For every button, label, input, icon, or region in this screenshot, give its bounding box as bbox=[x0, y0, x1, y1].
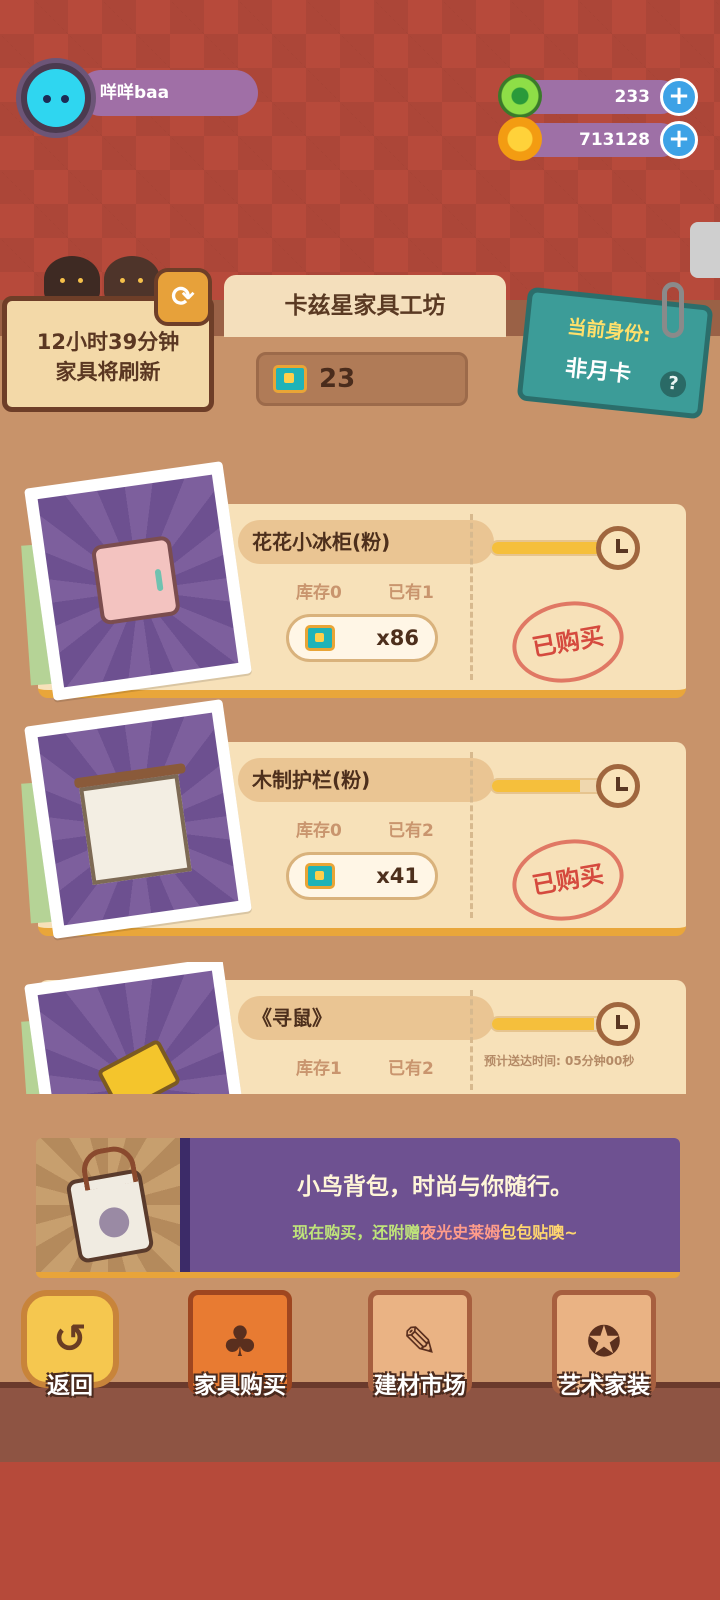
ticket-count: 23 bbox=[319, 364, 356, 394]
green-gem-icon bbox=[498, 74, 542, 118]
nav-label: 家具购买 bbox=[194, 1373, 286, 1399]
username-pill[interactable]: 咩咩baa bbox=[78, 70, 258, 116]
promo-subtitle: 现在购买，还附赠夜光史莱姆包包贴噢~ bbox=[292, 1223, 578, 1242]
item-stock: 库存1 bbox=[296, 1059, 342, 1079]
nav-art-decor-button[interactable]: ✪ 艺术家装 bbox=[544, 1290, 664, 1410]
bottom-background bbox=[0, 1462, 720, 1600]
item-scroll-clip: 《寻鼠》 库存1 已有2 预计送达时间: 05分钟00秒 bbox=[0, 962, 720, 1094]
shop-title: 卡兹星家具工坊 bbox=[224, 275, 506, 337]
item-card[interactable]: 花花小冰柜(粉) 库存0 已有1 x86 已购买 bbox=[21, 461, 686, 701]
item-name: 花花小冰柜(粉) bbox=[238, 520, 494, 564]
fridge-icon bbox=[90, 535, 182, 626]
add-coin-button[interactable]: + bbox=[660, 121, 698, 159]
item-name: 《寻鼠》 bbox=[238, 996, 494, 1040]
item-photo bbox=[24, 461, 252, 701]
nav-label: 艺术家装 bbox=[558, 1373, 650, 1399]
item-owned: 已有2 bbox=[388, 821, 434, 841]
gold-coin-icon bbox=[498, 117, 542, 161]
clock-icon bbox=[596, 1002, 640, 1046]
add-gem-button[interactable]: + bbox=[660, 78, 698, 116]
delivery-time: 预计送达时间: 05分钟00秒 bbox=[484, 1054, 635, 1068]
nav-back-button[interactable]: ↺ 返回 bbox=[10, 1290, 130, 1410]
item-stock: 库存0 bbox=[296, 583, 342, 603]
identity-value: 非月卡 bbox=[563, 355, 633, 388]
nav-furniture-button[interactable]: ♣ 家具购买 bbox=[180, 1290, 300, 1410]
help-icon[interactable]: ? bbox=[658, 369, 688, 399]
ticket-counter: 23 bbox=[256, 352, 468, 406]
bird-bag-icon bbox=[65, 1168, 155, 1264]
item-price: x41 bbox=[376, 864, 419, 888]
currency-gem: 233 + bbox=[498, 74, 698, 118]
nav-materials-button[interactable]: ✎ 建材市场 bbox=[360, 1290, 480, 1410]
avatar[interactable] bbox=[16, 58, 96, 138]
item-stock: 库存0 bbox=[296, 821, 342, 841]
book-icon bbox=[96, 1038, 182, 1094]
item-price: x86 bbox=[376, 626, 419, 650]
clock-icon bbox=[596, 764, 640, 808]
item-photo bbox=[24, 699, 252, 939]
item-name: 木制护栏(粉) bbox=[238, 758, 494, 802]
paperclip-icon bbox=[662, 282, 684, 338]
nav-label: 建材市场 bbox=[374, 1373, 466, 1399]
promo-title: 小鸟背包，时尚与你随行。 bbox=[297, 1174, 573, 1200]
item-card[interactable]: 木制护栏(粉) 库存0 已有2 x41 已购买 bbox=[21, 699, 686, 939]
purchased-stamp: 已购买 bbox=[505, 592, 631, 692]
promo-banner[interactable]: 小鸟背包，时尚与你随行。 现在购买，还附赠夜光史莱姆包包贴噢~ bbox=[36, 1138, 680, 1278]
item-card[interactable]: 《寻鼠》 库存1 已有2 预计送达时间: 05分钟00秒 bbox=[21, 962, 686, 1094]
identity-label: 当前身份: bbox=[566, 315, 652, 347]
username: 咩咩baa bbox=[100, 83, 170, 103]
buy-button[interactable]: x41 bbox=[286, 852, 438, 900]
furniture-ticket-icon bbox=[305, 625, 335, 651]
cat-avatar-icon bbox=[27, 69, 85, 127]
purchased-stamp: 已购买 bbox=[505, 830, 631, 930]
refresh-caption: 家具将刷新 bbox=[55, 360, 161, 384]
promo-image bbox=[36, 1138, 180, 1272]
furniture-ticket-icon bbox=[273, 365, 307, 393]
refresh-timer: 12小时39分钟 bbox=[36, 330, 180, 354]
clock-icon bbox=[596, 526, 640, 570]
currency-coin: 713128 + bbox=[498, 117, 698, 161]
item-owned: 已有1 bbox=[388, 583, 434, 603]
nav-label: 返回 bbox=[47, 1373, 93, 1399]
fence-icon bbox=[79, 773, 192, 885]
side-drawer-tab[interactable] bbox=[690, 222, 720, 278]
item-owned: 已有2 bbox=[388, 1059, 434, 1079]
item-photo bbox=[24, 962, 252, 1094]
refresh-icon[interactable]: ⟳ bbox=[154, 268, 212, 326]
furniture-ticket-icon bbox=[305, 863, 335, 889]
buy-button[interactable]: x86 bbox=[286, 614, 438, 662]
